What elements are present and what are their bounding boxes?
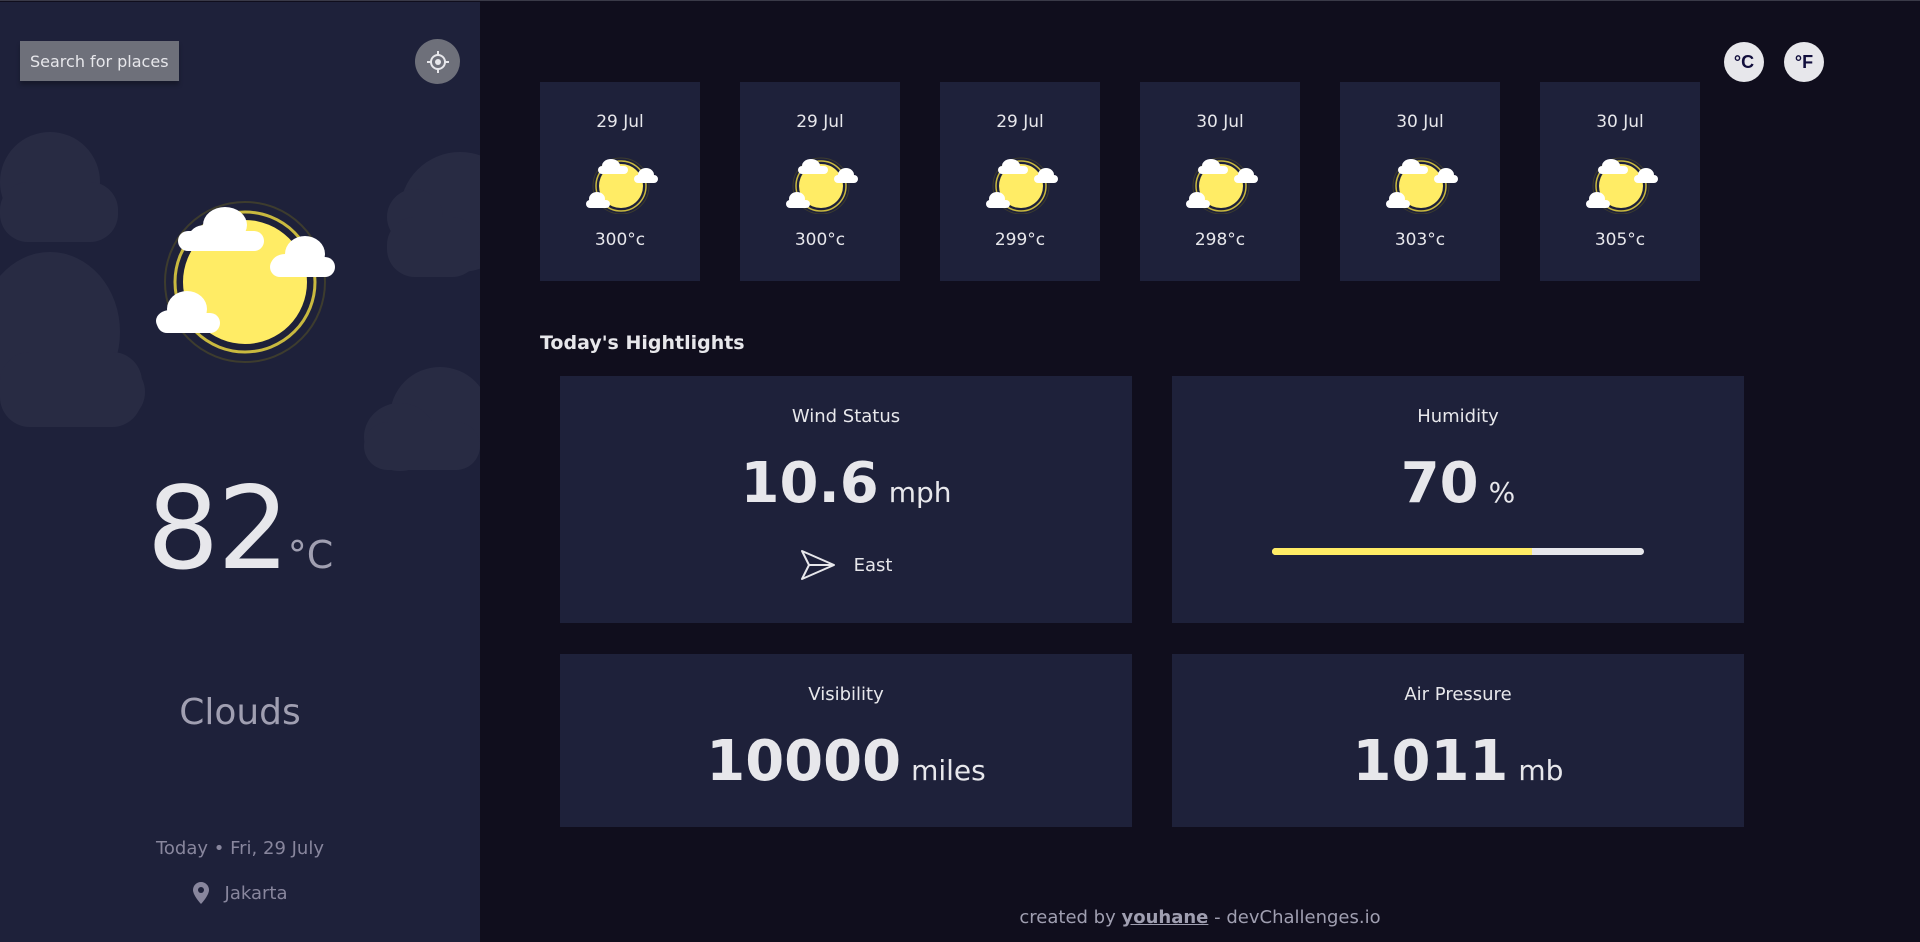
forecast-date: 30 Jul: [1396, 112, 1444, 132]
location: Jakarta: [0, 882, 480, 904]
humidity-card: Humidity 70%: [1172, 376, 1744, 623]
humidity-value: 70%: [1172, 451, 1744, 516]
humidity-number: 70: [1400, 451, 1479, 516]
air-pressure-value: 1011 mb: [1172, 729, 1744, 794]
humidity-title: Humidity: [1417, 406, 1499, 427]
forecast-card: 30 Jul 303°c: [1340, 82, 1500, 281]
temperature-value: 82: [146, 462, 290, 595]
forecast-date: 29 Jul: [796, 112, 844, 132]
footer-suffix: - devChallenges.io: [1214, 907, 1381, 928]
location-pin-icon: [192, 882, 209, 904]
sidebar: Search for places 82°C Clouds Today • Fr…: [0, 2, 480, 942]
wind-direction: East: [560, 549, 1132, 581]
current-temperature: 82°C: [0, 462, 480, 595]
wind-speed: 10.6: [740, 451, 879, 516]
current-location-button[interactable]: [415, 39, 460, 84]
partly-cloudy-sun-icon: [1384, 154, 1458, 214]
forecast-card: 29 Jul 300°c: [740, 82, 900, 281]
partly-cloudy-sun-icon: [784, 154, 858, 214]
forecast-card: 29 Jul 300°c: [540, 82, 700, 281]
partly-cloudy-sun-icon: [984, 154, 1058, 214]
forecast-temp: 299°c: [994, 230, 1046, 250]
fahrenheit-toggle-button[interactable]: °F: [1784, 42, 1824, 82]
visibility-unit: miles: [911, 754, 986, 787]
air-pressure-unit: mb: [1518, 754, 1564, 787]
air-pressure-title: Air Pressure: [1404, 684, 1512, 705]
wind-unit: mph: [888, 476, 952, 509]
humidity-progress-bar: [1272, 548, 1644, 555]
forecast-temp: 300°c: [594, 230, 646, 250]
wind-status-title: Wind Status: [791, 406, 901, 427]
temperature-unit: °C: [287, 533, 334, 577]
author-link[interactable]: youhane: [1121, 907, 1208, 928]
forecast-temp: 305°c: [1594, 230, 1646, 250]
partly-cloudy-sun-icon: [1584, 154, 1658, 214]
air-pressure-number: 1011: [1352, 729, 1509, 794]
crosshair-icon: [426, 50, 449, 73]
visibility-number: 10000: [706, 729, 902, 794]
air-pressure-card: Air Pressure 1011 mb: [1172, 654, 1744, 827]
search-places-button[interactable]: Search for places: [20, 41, 179, 81]
forecast-date: 30 Jul: [1196, 112, 1244, 132]
forecast-card: 29 Jul 299°c: [940, 82, 1100, 281]
forecast-date: 29 Jul: [996, 112, 1044, 132]
forecast-temp: 303°c: [1394, 230, 1446, 250]
partly-cloudy-sun-icon: [1184, 154, 1258, 214]
highlights-title: Today's Hightlights: [540, 332, 745, 354]
forecast-card: 30 Jul 305°c: [1540, 82, 1700, 281]
partly-cloudy-sun-icon: [584, 154, 658, 214]
forecast-card: 30 Jul 298°c: [1140, 82, 1300, 281]
forecast-date: 30 Jul: [1596, 112, 1644, 132]
navigation-arrow-icon: [800, 550, 835, 580]
footer-prefix: created by: [1019, 907, 1116, 928]
wind-status-card: Wind Status 10.6 mph East: [560, 376, 1132, 623]
weather-description: Clouds: [179, 692, 301, 733]
forecast-temp: 298°c: [1194, 230, 1246, 250]
current-date: Today • Fri, 29 July: [155, 838, 324, 859]
wind-status-value: 10.6 mph: [560, 451, 1132, 516]
visibility-card: Visibility 10000 miles: [560, 654, 1132, 827]
humidity-progress-fill: [1272, 548, 1533, 555]
partly-cloudy-sun-icon: [156, 201, 335, 363]
forecast-date: 29 Jul: [596, 112, 644, 132]
visibility-title: Visibility: [808, 684, 884, 705]
visibility-value: 10000 miles: [560, 729, 1132, 794]
location-name: Jakarta: [224, 882, 288, 904]
forecast-temp: 300°c: [794, 230, 846, 250]
celsius-toggle-button[interactable]: °C: [1724, 42, 1764, 82]
humidity-unit: %: [1488, 476, 1516, 509]
footer: created by youhane - devChallenges.io: [480, 907, 1920, 928]
wind-direction-label: East: [853, 554, 893, 576]
